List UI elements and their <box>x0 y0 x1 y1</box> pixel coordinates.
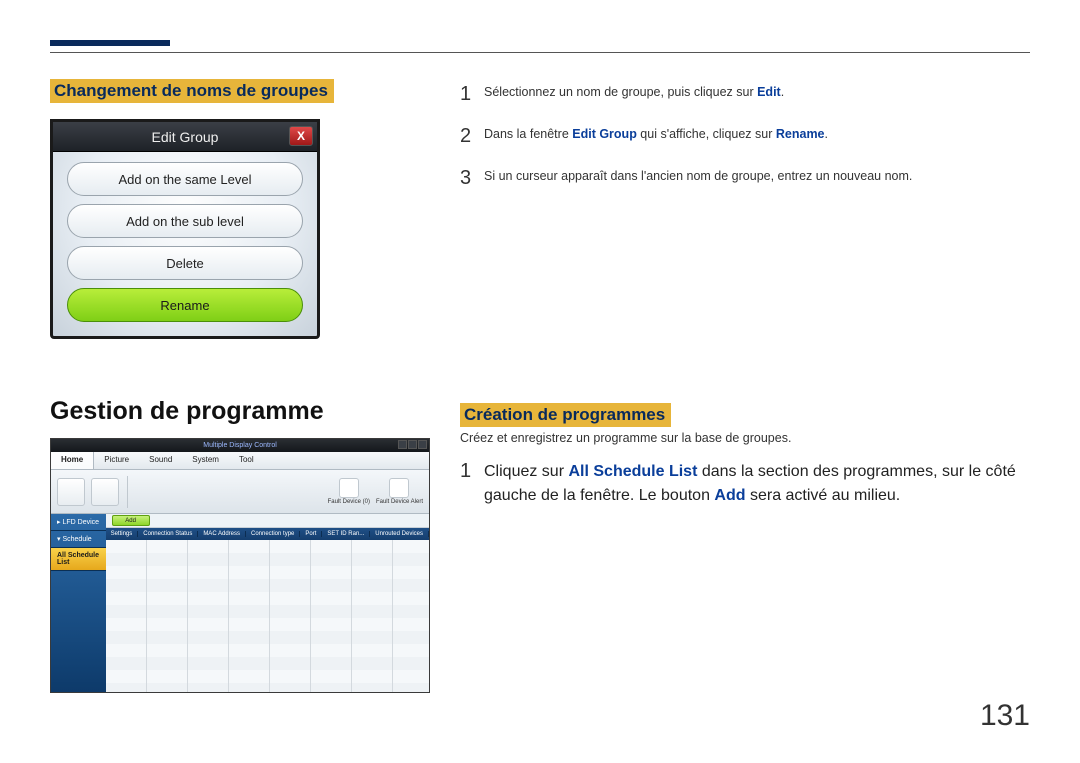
rename-text: Rename <box>776 127 825 141</box>
col-settings: Settings <box>106 531 139 537</box>
step-1: 1 Cliquez sur All Schedule List dans la … <box>460 456 1030 508</box>
step-text: Dans la fenêtre Edit Group qui s'affiche… <box>484 121 828 144</box>
step-number: 2 <box>460 121 484 151</box>
mdc-tabs: Home Picture Sound System Tool <box>51 452 429 470</box>
header-accent <box>50 40 170 46</box>
mdc-add-row: Add <box>106 514 429 528</box>
edit-link: Edit <box>757 85 781 99</box>
step-number: 1 <box>460 79 484 109</box>
heading-create-programs: Création de programmes <box>460 403 671 427</box>
dialog-titlebar: Edit Group X <box>53 122 317 152</box>
col-mac: MAC Address <box>198 531 246 537</box>
add-button[interactable]: Add <box>112 515 150 526</box>
close-icon[interactable]: X <box>289 126 313 146</box>
intro-text: Créez et enregistrez un programme sur la… <box>460 429 1030 448</box>
maximize-icon[interactable] <box>408 440 417 449</box>
dialog-body: Add on the same Level Add on the sub lev… <box>53 152 317 322</box>
sidebar-item-all-schedule-list[interactable]: All Schedule List <box>51 548 106 571</box>
step-text: Sélectionnez un nom de groupe, puis cliq… <box>484 79 784 102</box>
add-sub-level-button[interactable]: Add on the sub level <box>67 204 303 238</box>
fault-device-alert-icon[interactable]: Fault Device Alert <box>376 478 423 505</box>
sidebar-item-lfd[interactable]: ▸ LFD Device <box>51 514 106 531</box>
step-number: 1 <box>460 456 484 486</box>
close-icon[interactable] <box>418 440 427 449</box>
mdc-window: Multiple Display Control Home Picture So… <box>50 438 430 693</box>
sidebar-item-schedule[interactable]: ▾ Schedule <box>51 531 106 548</box>
tab-tool[interactable]: Tool <box>229 452 264 469</box>
tab-home[interactable]: Home <box>51 452 94 469</box>
col-port: Port <box>300 531 322 537</box>
tab-picture[interactable]: Picture <box>94 452 139 469</box>
toolbar-separator <box>127 476 128 508</box>
mdc-main: Add Settings Connection Status MAC Addre… <box>106 514 429 692</box>
fault-device-icon[interactable]: Fault Device (0) <box>328 478 370 505</box>
minimize-icon[interactable] <box>398 440 407 449</box>
mdc-title: Multiple Display Control <box>203 442 277 449</box>
step-text: Si un curseur apparaît dans l'ancien nom… <box>484 163 912 186</box>
window-controls <box>398 440 427 449</box>
step-3: 3 Si un curseur apparaît dans l'ancien n… <box>460 163 1030 193</box>
section-1-left: Changement de noms de groupes Edit Group… <box>50 79 430 339</box>
heading-change-group-names: Changement de noms de groupes <box>50 79 334 103</box>
col-unrouted: Unrouted Devices <box>370 531 429 537</box>
col-connection-status: Connection Status <box>138 531 198 537</box>
mdc-titlebar: Multiple Display Control <box>51 439 429 452</box>
step-text: Cliquez sur All Schedule List dans la se… <box>484 456 1030 508</box>
tab-system[interactable]: System <box>182 452 229 469</box>
tab-sound[interactable]: Sound <box>139 452 182 469</box>
toolbar-button[interactable] <box>91 478 119 506</box>
all-schedule-list-text: All Schedule List <box>568 463 697 480</box>
header-rule <box>50 52 1030 53</box>
col-conn-type: Connection type <box>246 531 300 537</box>
section-2-right: Création de programmes Créez et enregist… <box>460 397 1030 693</box>
step-2: 2 Dans la fenêtre Edit Group qui s'affic… <box>460 121 1030 151</box>
section-1-right: 1 Sélectionnez un nom de groupe, puis cl… <box>460 79 1030 339</box>
mdc-toolbar: Fault Device (0) Fault Device Alert <box>51 470 429 514</box>
delete-button[interactable]: Delete <box>67 246 303 280</box>
mdc-table-headers: Settings Connection Status MAC Address C… <box>106 528 429 540</box>
dialog-title: Edit Group <box>152 129 219 145</box>
section-2-left: Gestion de programme Multiple Display Co… <box>50 397 430 693</box>
page: Changement de noms de groupes Edit Group… <box>0 0 1080 693</box>
page-number: 131 <box>980 699 1030 733</box>
add-text: Add <box>714 487 745 504</box>
monitor-icon <box>339 478 359 498</box>
edit-group-text: Edit Group <box>572 127 637 141</box>
heading-program-management: Gestion de programme <box>50 397 430 426</box>
edit-group-dialog: Edit Group X Add on the same Level Add o… <box>50 119 320 339</box>
mdc-body: ▸ LFD Device ▾ Schedule All Schedule Lis… <box>51 514 429 692</box>
step-number: 3 <box>460 163 484 193</box>
section-1: Changement de noms de groupes Edit Group… <box>50 79 1030 339</box>
mdc-sidebar: ▸ LFD Device ▾ Schedule All Schedule Lis… <box>51 514 106 692</box>
mdc-table-grid <box>106 540 429 692</box>
toolbar-button[interactable] <box>57 478 85 506</box>
rename-button[interactable]: Rename <box>67 288 303 322</box>
add-same-level-button[interactable]: Add on the same Level <box>67 162 303 196</box>
alert-icon <box>389 478 409 498</box>
col-setid: SET ID Ran... <box>322 531 370 537</box>
section-2: Gestion de programme Multiple Display Co… <box>50 397 1030 693</box>
step-1: 1 Sélectionnez un nom de groupe, puis cl… <box>460 79 1030 109</box>
